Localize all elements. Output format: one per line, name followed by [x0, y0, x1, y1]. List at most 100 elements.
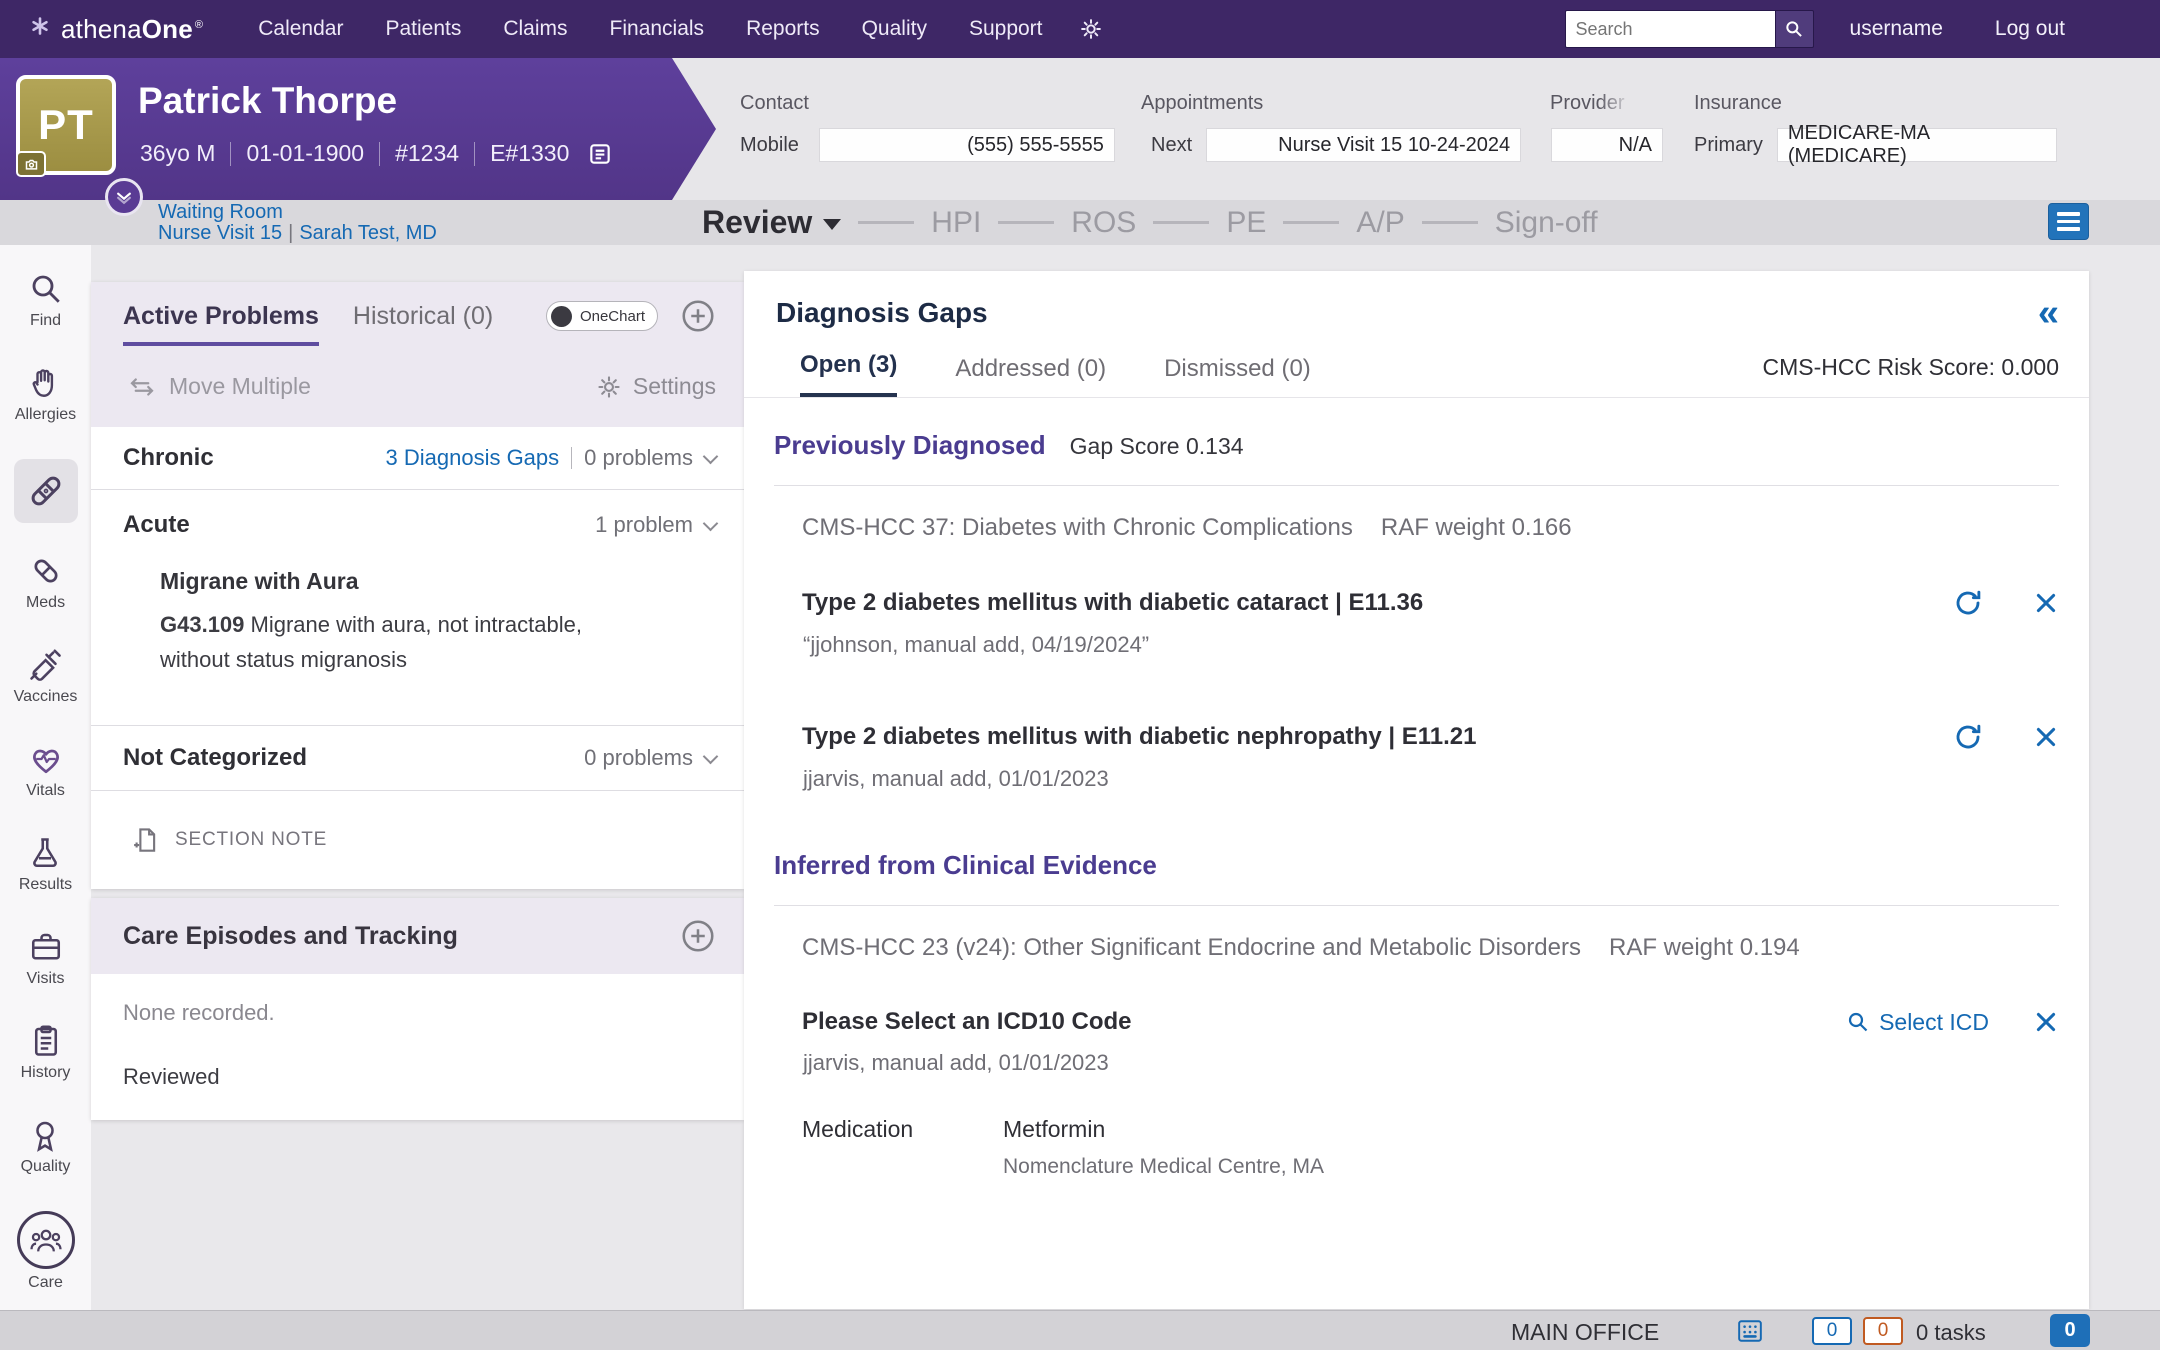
logout-link[interactable]: Log out: [1995, 17, 2065, 41]
sidebar-item-visits[interactable]: Visits: [27, 929, 65, 1023]
chevron-down-icon[interactable]: [703, 515, 719, 531]
tab-dismissed[interactable]: Dismissed (0): [1164, 355, 1311, 397]
dismiss-gap-icon[interactable]: [2033, 590, 2059, 616]
separator: [230, 142, 231, 166]
move-multiple-button[interactable]: Move Multiple: [127, 372, 311, 402]
stage-ros[interactable]: ROS: [1071, 206, 1136, 240]
camera-icon[interactable]: [16, 151, 46, 177]
readdress-icon[interactable]: [1953, 588, 1983, 618]
sidebar-item-results[interactable]: Results: [19, 835, 72, 929]
menu-quality[interactable]: Quality: [841, 0, 948, 58]
gap-item-meta: “jjohnson, manual add, 04/19/2024”: [744, 632, 2089, 658]
problems-column: Active Problems Historical (0) OneChart: [91, 245, 744, 1310]
menu-patients[interactable]: Patients: [364, 0, 482, 58]
menu-claims[interactable]: Claims: [482, 0, 588, 58]
chronic-title: Chronic: [123, 444, 214, 472]
problems-settings-button[interactable]: Settings: [595, 373, 716, 401]
insurance-value[interactable]: MEDICARE-MA (MEDICARE): [1777, 128, 2057, 162]
department-selector[interactable]: MAIN OFFICE: [1511, 1319, 1659, 1346]
select-icd-button[interactable]: Select ICD: [1846, 1009, 1989, 1036]
stage-signoff[interactable]: Sign-off: [1495, 206, 1598, 240]
gap-item-cataract: Type 2 diabetes mellitus with diabetic c…: [744, 588, 2089, 618]
selected-highlight: [14, 459, 78, 523]
username-menu[interactable]: username: [1850, 17, 1943, 41]
stage-hpi[interactable]: HPI: [931, 206, 981, 240]
encounter-note-icon[interactable]: [586, 141, 614, 167]
reviewed-text[interactable]: Reviewed: [123, 1064, 716, 1090]
chevron-down-icon: [823, 219, 841, 230]
dismiss-gap-icon[interactable]: [2033, 1009, 2059, 1035]
care-episodes-card: Care Episodes and Tracking None recorded…: [91, 898, 744, 1120]
dismiss-gap-icon[interactable]: [2033, 724, 2059, 750]
sidebar-item-quality[interactable]: Quality: [21, 1117, 71, 1211]
close-icon: [2033, 590, 2059, 616]
hcc-37-label: CMS-HCC 37: Diabetes with Chronic Compli…: [802, 514, 1353, 542]
chevron-down-icon[interactable]: [703, 448, 719, 464]
menu-financials[interactable]: Financials: [589, 0, 726, 58]
problem-entry[interactable]: Migrane with Aura G43.109 Migrane with a…: [91, 560, 744, 725]
previously-diagnosed-heading: Previously Diagnosed: [774, 430, 1046, 461]
gap-item-title: Please Select an ICD10 Code: [802, 1008, 1131, 1036]
icd-code: G43.109: [160, 612, 244, 637]
onechart-toggle[interactable]: OneChart: [546, 301, 658, 331]
banner-expand-button[interactable]: [105, 178, 143, 216]
inbox-count-badge[interactable]: 0: [1812, 1317, 1852, 1345]
tab-historical[interactable]: Historical (0): [353, 302, 493, 346]
gap-item-title: Type 2 diabetes mellitus with diabetic n…: [802, 723, 1476, 751]
menu-support[interactable]: Support: [948, 0, 1064, 58]
corner-badge[interactable]: 0: [2050, 1314, 2090, 1347]
sidebar-item-vaccines[interactable]: Vaccines: [14, 647, 78, 741]
sidebar-item-meds[interactable]: Meds: [26, 553, 65, 647]
patient-avatar[interactable]: PT: [16, 75, 116, 175]
encounter-provider-link[interactable]: Sarah Test, MD: [299, 222, 436, 244]
sidebar-item-allergies[interactable]: Allergies: [15, 365, 76, 459]
patient-demographics: 36yo M 01-01-1900 #1234 E#1330: [140, 140, 614, 167]
add-care-episode-button[interactable]: [680, 918, 716, 954]
collapse-panel-icon[interactable]: «: [2038, 298, 2059, 328]
diagnosis-gaps-link[interactable]: 3 Diagnosis Gaps: [386, 445, 560, 471]
sidebar-item-care[interactable]: Care: [17, 1211, 75, 1305]
chevron-down-icon[interactable]: [703, 748, 719, 764]
not-categorized-count[interactable]: 0 problems: [584, 745, 693, 771]
waiting-room-link[interactable]: Waiting Room: [158, 201, 283, 223]
settings-gear-icon[interactable]: [1078, 16, 1104, 42]
next-appt-value[interactable]: Nurse Visit 15 10-24-2024: [1206, 128, 1521, 162]
patient-dob: 01-01-1900: [246, 140, 364, 167]
tab-addressed[interactable]: Addressed (0): [955, 355, 1106, 397]
stage-ap[interactable]: A/P: [1356, 206, 1404, 240]
readdress-icon[interactable]: [1953, 722, 1983, 752]
sidebar-item-history[interactable]: History: [21, 1023, 71, 1117]
encounter-menu-button[interactable]: [2048, 203, 2089, 240]
acute-count[interactable]: 1 problem: [595, 512, 693, 538]
stage-pe[interactable]: PE: [1226, 206, 1266, 240]
urgent-count-badge[interactable]: 0: [1863, 1317, 1903, 1345]
menu-reports[interactable]: Reports: [725, 0, 841, 58]
patient-banner: Contact Mobile (555) 555-5555 Appointmen…: [0, 58, 2160, 200]
encounter-id: E#1330: [490, 140, 569, 167]
gap-item-select-icd: Please Select an ICD10 Code Select ICD: [744, 1008, 2089, 1036]
athena-logo[interactable]: athenaOne®: [28, 14, 203, 45]
section-note-button[interactable]: SECTION NOTE: [91, 791, 744, 889]
close-icon: [2033, 1009, 2059, 1035]
search-button[interactable]: [1776, 10, 1814, 48]
sidebar-item-find[interactable]: Find: [28, 271, 64, 365]
tab-active-problems[interactable]: Active Problems: [123, 302, 319, 346]
separator: [474, 142, 475, 166]
sidebar-item-problems-selected[interactable]: [14, 459, 78, 553]
not-categorized-title: Not Categorized: [123, 744, 307, 772]
nurse-visit-link[interactable]: Nurse Visit 15: [158, 222, 282, 244]
move-arrows-icon: [127, 372, 157, 402]
provider-value[interactable]: N/A: [1551, 128, 1663, 162]
tasks-count[interactable]: 0 tasks: [1916, 1320, 1986, 1346]
insurance-label: Insurance: [1694, 92, 1782, 115]
menu-calendar[interactable]: Calendar: [237, 0, 364, 58]
add-problem-button[interactable]: [680, 298, 716, 334]
stage-review[interactable]: Review: [702, 204, 841, 241]
tab-open[interactable]: Open (3): [800, 351, 897, 397]
sidebar-item-vitals[interactable]: Vitals: [26, 741, 65, 835]
chronic-count[interactable]: 0 problems: [584, 445, 693, 471]
registered-mark: ®: [195, 19, 203, 31]
keypad-icon[interactable]: [1737, 1319, 1763, 1343]
mobile-value[interactable]: (555) 555-5555: [819, 128, 1115, 162]
search-input[interactable]: [1565, 10, 1776, 48]
